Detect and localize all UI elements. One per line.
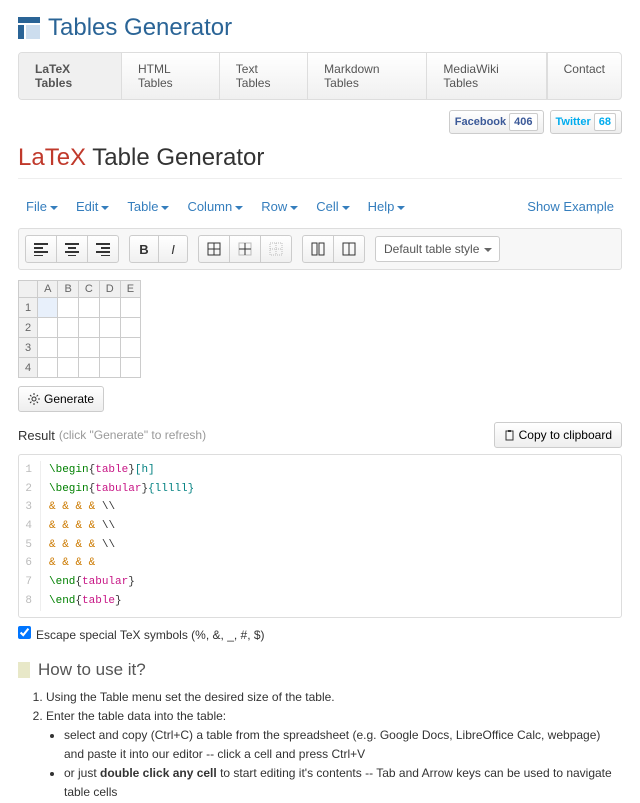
result-label: Result xyxy=(18,428,55,443)
row-header[interactable]: 2 xyxy=(19,318,38,338)
cell[interactable] xyxy=(58,298,78,318)
row-header[interactable]: 3 xyxy=(19,338,38,358)
row-header[interactable]: 1 xyxy=(19,298,38,318)
howto-heading: How to use it? xyxy=(18,660,622,680)
cell[interactable] xyxy=(58,318,78,338)
clipboard-icon xyxy=(504,430,515,441)
logo-icon xyxy=(18,17,40,39)
list-item: Using the Table menu set the desired siz… xyxy=(46,688,622,707)
cell[interactable] xyxy=(38,318,58,338)
tab-latex-tables[interactable]: LaTeX Tables xyxy=(19,53,122,99)
tab-mediawiki-tables[interactable]: MediaWiki Tables xyxy=(427,53,546,99)
cell[interactable] xyxy=(58,358,78,378)
cell[interactable] xyxy=(78,358,99,378)
tab-text-tables[interactable]: Text Tables xyxy=(220,53,308,99)
tab-html-tables[interactable]: HTML Tables xyxy=(122,53,220,99)
border-all-button[interactable] xyxy=(198,235,230,263)
twitter-button[interactable]: Twitter68 xyxy=(550,110,623,134)
cell[interactable] xyxy=(99,318,120,338)
facebook-count: 406 xyxy=(509,113,537,131)
table-editor[interactable]: ABCDE 1234 xyxy=(18,280,141,378)
tab-contact[interactable]: Contact xyxy=(547,53,621,99)
howto-list: Using the Table menu set the desired siz… xyxy=(18,688,622,803)
cell[interactable] xyxy=(58,338,78,358)
social-bar: Facebook406 Twitter68 xyxy=(18,100,622,140)
col-header[interactable]: A xyxy=(38,281,58,298)
show-example-link[interactable]: Show Example xyxy=(519,195,622,218)
escape-checkbox-label[interactable]: Escape special TeX symbols (%, &, _, #, … xyxy=(18,628,265,642)
cell[interactable] xyxy=(120,358,140,378)
cell[interactable] xyxy=(38,298,58,318)
facebook-button[interactable]: Facebook406 xyxy=(449,110,544,134)
cell[interactable] xyxy=(99,358,120,378)
cell[interactable] xyxy=(78,318,99,338)
split-cells-button[interactable] xyxy=(333,235,365,263)
brand-title: Tables Generator xyxy=(48,14,232,42)
align-center-button[interactable] xyxy=(56,235,88,263)
cell[interactable] xyxy=(120,298,140,318)
generate-button[interactable]: Generate xyxy=(18,386,104,412)
menu-row[interactable]: Row xyxy=(253,195,306,218)
escape-checkbox[interactable] xyxy=(18,626,31,639)
bold-button[interactable]: B xyxy=(129,235,159,263)
menubar: FileEditTableColumnRowCellHelp Show Examp… xyxy=(18,191,622,228)
brand-header: Tables Generator xyxy=(18,0,622,52)
main-tabs: LaTeX TablesHTML TablesText TablesMarkdo… xyxy=(18,52,622,100)
cell[interactable] xyxy=(120,338,140,358)
cog-icon xyxy=(28,393,40,405)
menu-column[interactable]: Column xyxy=(179,195,251,218)
col-header[interactable]: E xyxy=(120,281,140,298)
result-hint: (click "Generate" to refresh) xyxy=(59,428,206,442)
menu-edit[interactable]: Edit xyxy=(68,195,117,218)
cell[interactable] xyxy=(120,318,140,338)
row-header[interactable]: 4 xyxy=(19,358,38,378)
twitter-count: 68 xyxy=(594,113,616,131)
col-header[interactable]: D xyxy=(99,281,120,298)
italic-button[interactable]: I xyxy=(158,235,188,263)
cell[interactable] xyxy=(78,298,99,318)
code-output[interactable]: 1\begin{table}[h]2\begin{tabular}{lllll}… xyxy=(18,454,622,618)
menu-help[interactable]: Help xyxy=(360,195,414,218)
merge-cells-button[interactable] xyxy=(302,235,334,263)
list-item: Enter the table data into the table: sel… xyxy=(46,707,622,803)
col-header[interactable]: B xyxy=(58,281,78,298)
cell[interactable] xyxy=(38,338,58,358)
col-header[interactable]: C xyxy=(78,281,99,298)
border-inner-button[interactable] xyxy=(229,235,261,263)
copy-button[interactable]: Copy to clipboard xyxy=(494,422,622,448)
align-right-button[interactable] xyxy=(87,235,119,263)
page-title: LaTeX Table Generator xyxy=(18,144,622,179)
align-left-button[interactable] xyxy=(25,235,57,263)
tab-markdown-tables[interactable]: Markdown Tables xyxy=(308,53,427,99)
menu-table[interactable]: Table xyxy=(119,195,177,218)
table-style-select[interactable]: Default table style xyxy=(375,236,500,262)
menu-cell[interactable]: Cell xyxy=(308,195,357,218)
cell[interactable] xyxy=(99,338,120,358)
list-item: select and copy (Ctrl+C) a table from th… xyxy=(64,726,622,764)
cell[interactable] xyxy=(99,298,120,318)
block-icon xyxy=(18,662,30,678)
border-none-button[interactable] xyxy=(260,235,292,263)
toolbar: B I Default table style xyxy=(18,228,622,270)
menu-file[interactable]: File xyxy=(18,195,66,218)
cell[interactable] xyxy=(38,358,58,378)
list-item: or just double click any cell to start e… xyxy=(64,764,622,802)
cell[interactable] xyxy=(78,338,99,358)
